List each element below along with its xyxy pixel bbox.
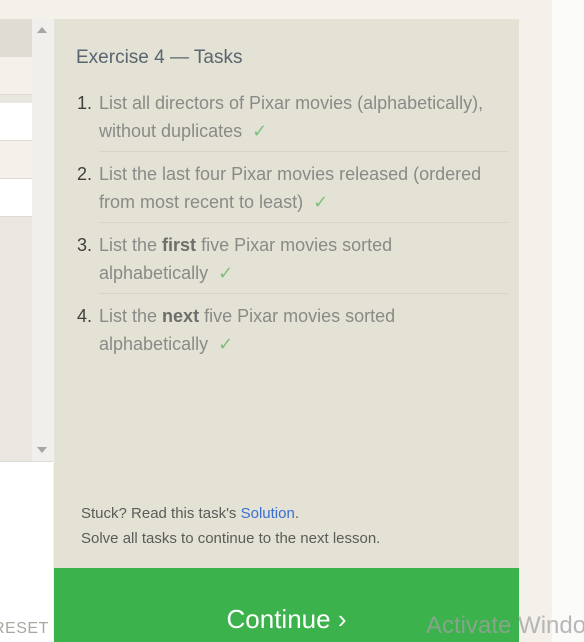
activation-watermark: Activate Windows [426,612,584,639]
task-item: 1. List all directors of Pixar movies (a… [76,89,508,152]
checkmark-icon: ✓ [252,121,268,141]
stuck-hint: Stuck? Read this task's Solution. [81,505,299,522]
query-editor[interactable] [0,461,53,642]
checkmark-icon: ✓ [218,263,234,283]
checkmark-icon: ✓ [218,334,234,354]
task-number: 1. [77,93,93,113]
right-gutter [519,0,552,642]
task-text: List the last four Pixar movies released… [99,164,482,212]
task-text: List the [99,235,163,255]
task-text: List all directors of Pixar movies (alph… [99,93,484,141]
task-list: 1. List all directors of Pixar movies (a… [76,89,508,373]
results-table [0,19,32,461]
task-item: 4. List the next five Pixar movies sorte… [76,302,508,365]
task-emphasis: first [162,235,197,255]
task-item: 3. List the first five Pixar movies sort… [76,231,508,294]
results-scrollbar[interactable] [32,19,53,461]
divider [99,222,508,223]
reset-button[interactable]: RESET [0,620,53,638]
scroll-up-arrow-icon[interactable] [37,27,47,33]
table-row [0,179,32,217]
task-number: 3. [77,235,93,255]
table-row [0,103,32,141]
table-row [0,57,32,95]
solve-all-hint: Solve all tasks to continue to the next … [81,530,381,547]
task-footer: Stuck? Read this task's Solution. Solve … [81,501,380,551]
scroll-down-arrow-icon[interactable] [37,447,47,453]
panel-title: Exercise 4 — Tasks [76,47,243,68]
window-edge [552,0,584,642]
query-pane: RESET [0,0,53,642]
task-panel: Exercise 4 — Tasks 1. List all directors… [54,19,519,642]
task-number: 4. [77,306,93,326]
task-number: 2. [77,164,93,184]
task-item: 2. List the last four Pixar movies relea… [76,160,508,223]
task-text: List the [99,306,163,326]
table-row [0,141,32,179]
divider [99,293,508,294]
checkmark-icon: ✓ [313,192,329,212]
task-emphasis: next [162,306,200,326]
page: RESET Exercise 4 — Tasks 1. List all dir… [0,0,584,642]
table-header-row [0,19,32,57]
divider [99,151,508,152]
solution-link[interactable]: Solution [241,505,295,522]
